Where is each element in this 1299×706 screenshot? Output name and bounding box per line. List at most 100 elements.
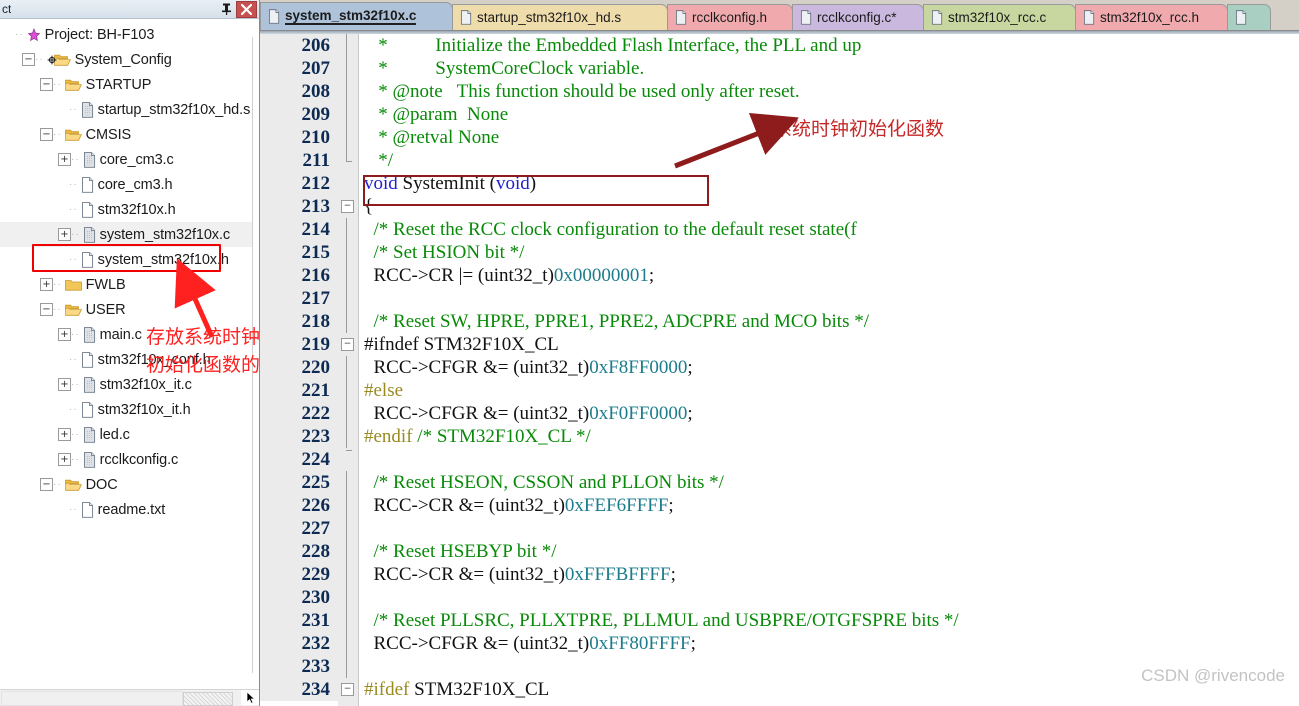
fold-toggle-icon[interactable]: − bbox=[341, 338, 354, 351]
fold-toggle-icon[interactable]: − bbox=[341, 200, 354, 213]
code-line[interactable]: 219− #ifndef STM32F10X_CL bbox=[260, 333, 1299, 356]
code-line[interactable]: 208 * @note This function should be used… bbox=[260, 80, 1299, 103]
code-line[interactable]: 212 void SystemInit (void) bbox=[260, 172, 1299, 195]
code-line[interactable]: 210 * @retval None bbox=[260, 126, 1299, 149]
code-line[interactable]: 221 #else bbox=[260, 379, 1299, 402]
tree-item-doc[interactable]: − ·· DOC bbox=[0, 472, 259, 497]
tree-item-main-c[interactable]: + ·· main.c bbox=[0, 322, 259, 347]
code-line[interactable]: 226 RCC->CR &= (uint32_t)0xFEF6FFFF; bbox=[260, 494, 1299, 517]
code-line[interactable]: 227 bbox=[260, 517, 1299, 540]
tree-item-system-config[interactable]: − ·· System_Config bbox=[0, 47, 259, 72]
tree-expander[interactable]: − bbox=[40, 78, 53, 91]
scrollbar-grip[interactable] bbox=[183, 692, 233, 706]
code-line[interactable]: 217 bbox=[260, 287, 1299, 310]
code-line[interactable]: 207 * SystemCoreClock variable. bbox=[260, 57, 1299, 80]
tree-expander[interactable]: + bbox=[58, 153, 71, 166]
tree-item-cmsis[interactable]: − ·· CMSIS bbox=[0, 122, 259, 147]
tree-item-label: core_cm3.h bbox=[97, 176, 173, 193]
tab-system-stm32f10x-c[interactable]: system_stm32f10x.c bbox=[260, 2, 453, 30]
panel-vertical-divider bbox=[252, 37, 259, 673]
line-number: 213 bbox=[260, 195, 338, 218]
project-tree[interactable]: ·· Project: BH-F103− ·· System_Config − ·· … bbox=[0, 19, 259, 689]
tab-file-icon bbox=[675, 10, 687, 25]
tree-expander[interactable]: + bbox=[58, 453, 71, 466]
code-text: { bbox=[364, 196, 374, 217]
tree-expander[interactable]: − bbox=[40, 478, 53, 491]
editor-top-separator bbox=[260, 31, 1299, 34]
tree-item-readme-txt[interactable]: ·· readme.txt bbox=[0, 497, 259, 522]
code-text: /* Reset HSEON, CSSON and PLLON bits */ bbox=[364, 472, 724, 493]
code-text: RCC->CR &= (uint32_t)0xFFFBFFFF; bbox=[364, 564, 676, 585]
tree-item-stm32f10x-h[interactable]: ·· stm32f10x.h bbox=[0, 197, 259, 222]
tree-item-stm32f10x-it-c[interactable]: + ·· stm32f10x_it.c bbox=[0, 372, 259, 397]
tree-item-startup[interactable]: − ·· STARTUP bbox=[0, 72, 259, 97]
line-number: 234 bbox=[260, 678, 338, 701]
code-line[interactable]: 211 */ bbox=[260, 149, 1299, 172]
tab-startup-stm32f10x-hd-s[interactable]: startup_stm32f10x_hd.s bbox=[452, 4, 668, 30]
code-line[interactable]: 216 RCC->CR |= (uint32_t)0x00000001; bbox=[260, 264, 1299, 287]
tree-expander[interactable]: + bbox=[58, 378, 71, 391]
panel-horizontal-scrollbar[interactable] bbox=[0, 689, 259, 706]
code-line[interactable]: 209 * @param None bbox=[260, 103, 1299, 126]
tree-expander[interactable]: − bbox=[40, 303, 53, 316]
code-line[interactable]: 228 /* Reset HSEBYP bit */ bbox=[260, 540, 1299, 563]
code-line[interactable]: 215 /* Set HSION bit */ bbox=[260, 241, 1299, 264]
code-line[interactable]: 214 /* Reset the RCC clock configuration… bbox=[260, 218, 1299, 241]
tab-rcclkconfig-h[interactable]: rcclkconfig.h bbox=[667, 4, 793, 30]
tree-connector: ·· bbox=[69, 104, 78, 115]
tree-item-system-stm32f10x-h[interactable]: ·· system_stm32f10x.h bbox=[0, 247, 259, 272]
tree-item-led-c[interactable]: + ·· led.c bbox=[0, 422, 259, 447]
tree-item-label: STARTUP bbox=[85, 76, 152, 93]
code-line[interactable]: 225 /* Reset HSEON, CSSON and PLLON bits… bbox=[260, 471, 1299, 494]
code-line[interactable]: 231 /* Reset PLLSRC, PLLXTPRE, PLLMUL an… bbox=[260, 609, 1299, 632]
editor-tab-bar[interactable]: system_stm32f10x.c startup_stm32f10x_hd.… bbox=[260, 0, 1299, 31]
code-line[interactable]: 218 /* Reset SW, HPRE, PPRE1, PPRE2, ADC… bbox=[260, 310, 1299, 333]
tree-item-stm32f10x-conf-h[interactable]: ·· stm32f10x_conf.h bbox=[0, 347, 259, 372]
tree-item-system-stm32f10x-c[interactable]: + ·· system_stm32f10x.c bbox=[0, 222, 259, 247]
file-c-icon bbox=[83, 376, 95, 393]
tab-rcclkconfig-c-[interactable]: rcclkconfig.c* bbox=[792, 4, 924, 30]
line-number: 209 bbox=[260, 103, 338, 126]
tree-connector: ·· bbox=[71, 379, 80, 390]
code-line[interactable]: 229 RCC->CR &= (uint32_t)0xFFFBFFFF; bbox=[260, 563, 1299, 586]
pin-icon[interactable] bbox=[219, 2, 233, 17]
tree-expander[interactable]: − bbox=[22, 53, 35, 66]
line-number: 231 bbox=[260, 609, 338, 632]
code-line[interactable]: 233 bbox=[260, 655, 1299, 678]
scrollbar-thumb[interactable] bbox=[1, 691, 183, 706]
scrollbar-corner bbox=[241, 690, 259, 705]
tree-item-core-cm3-h[interactable]: ·· core_cm3.h bbox=[0, 172, 259, 197]
tree-expander[interactable]: + bbox=[40, 278, 53, 291]
code-line[interactable]: 222 RCC->CFGR &= (uint32_t)0xF0FF0000; bbox=[260, 402, 1299, 425]
code-line[interactable]: 223 #endif /* STM32F10X_CL */ bbox=[260, 425, 1299, 448]
code-view[interactable]: 206 * Initialize the Embedded Flash Inte… bbox=[260, 31, 1299, 706]
tree-item-label: CMSIS bbox=[85, 126, 132, 143]
tree-expander[interactable]: + bbox=[58, 428, 71, 441]
tree-expander[interactable]: + bbox=[58, 328, 71, 341]
tree-item-core-cm3-c[interactable]: + ·· core_cm3.c bbox=[0, 147, 259, 172]
fold-toggle-icon[interactable]: − bbox=[341, 683, 354, 696]
tree-item-label: system_stm32f10x.c bbox=[99, 226, 231, 243]
code-line[interactable]: 206 * Initialize the Embedded Flash Inte… bbox=[260, 34, 1299, 57]
code-line[interactable]: 232 RCC->CFGR &= (uint32_t)0xFF80FFFF; bbox=[260, 632, 1299, 655]
line-number: 221 bbox=[260, 379, 338, 402]
code-text: */ bbox=[364, 150, 394, 171]
tab-stm32f10x-rcc-c[interactable]: stm32f10x_rcc.c bbox=[923, 4, 1076, 30]
tree-item-fwlb[interactable]: + ·· FWLB bbox=[0, 272, 259, 297]
code-line[interactable]: 234− #ifdef STM32F10X_CL bbox=[260, 678, 1299, 701]
close-icon[interactable] bbox=[236, 0, 257, 18]
line-number: 227 bbox=[260, 517, 338, 540]
tab-partial[interactable] bbox=[1227, 4, 1271, 30]
code-line[interactable]: 213−{ bbox=[260, 195, 1299, 218]
tree-item-stm32f10x-it-h[interactable]: ·· stm32f10x_it.h bbox=[0, 397, 259, 422]
code-line[interactable]: 230 bbox=[260, 586, 1299, 609]
code-line[interactable]: 224 bbox=[260, 448, 1299, 471]
tab-stm32f10x-rcc-h[interactable]: stm32f10x_rcc.h bbox=[1075, 4, 1228, 30]
tree-item-rcclkconfig-c[interactable]: + ·· rcclkconfig.c bbox=[0, 447, 259, 472]
tree-expander[interactable]: + bbox=[58, 228, 71, 241]
code-line[interactable]: 220 RCC->CFGR &= (uint32_t)0xF8FF0000; bbox=[260, 356, 1299, 379]
tree-item-project-bh-f103[interactable]: ·· Project: BH-F103 bbox=[0, 22, 259, 47]
tree-expander[interactable]: − bbox=[40, 128, 53, 141]
tree-item-startup-stm32f10x-hd-s[interactable]: ·· startup_stm32f10x_hd.s bbox=[0, 97, 259, 122]
tree-item-user[interactable]: − ·· USER bbox=[0, 297, 259, 322]
